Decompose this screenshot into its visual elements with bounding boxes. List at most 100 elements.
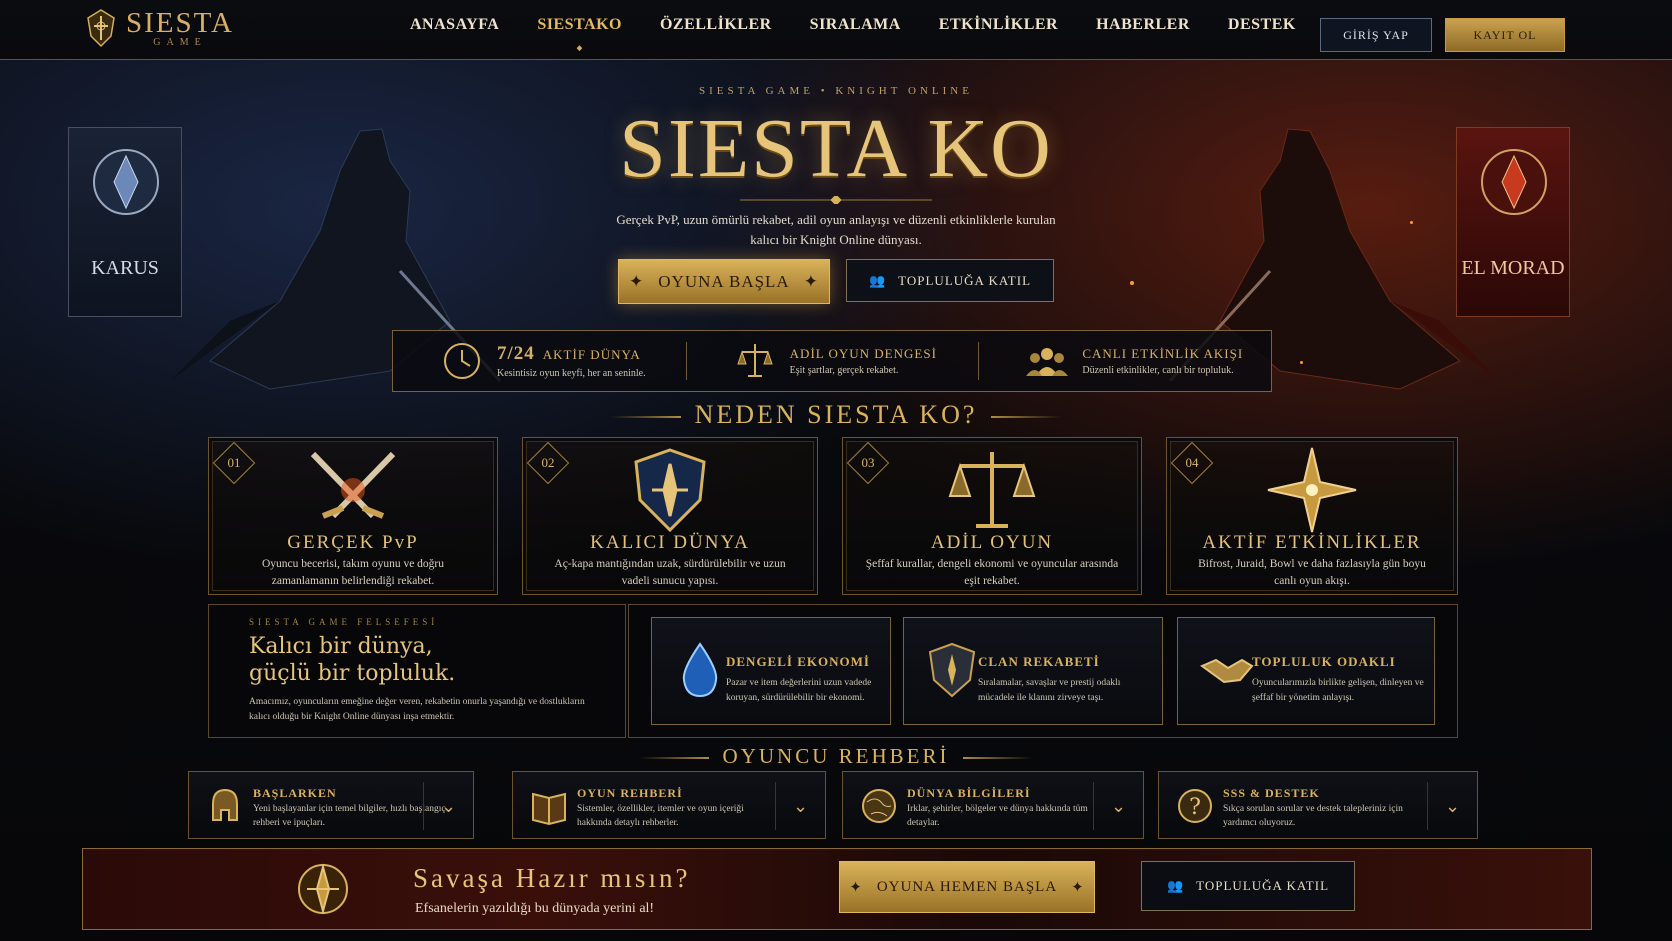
feature-card-fair-play[interactable]: 03 ADİL OYUN Şeffaf kurallar, dengeli ek… xyxy=(842,437,1142,595)
philosophy-kicker: SIESTA GAME FELSEFESİ xyxy=(249,617,439,627)
join-community-button-bottom[interactable]: 👥 TOPLULUĞA KATIL xyxy=(1141,861,1355,911)
globe-icon xyxy=(862,789,896,823)
nav-item-ozellikler[interactable]: ÖZELLİKLER xyxy=(660,16,772,34)
scales-icon xyxy=(736,344,773,377)
feature-clan[interactable]: CLAN REKABETİ Sıralamalar, savaşlar ve p… xyxy=(903,617,1163,725)
register-button[interactable]: KAYIT OL xyxy=(1445,18,1565,52)
helmet-icon xyxy=(212,788,238,821)
heading-ornament xyxy=(610,416,681,419)
feature-card-active-events[interactable]: 04 AKTİF ETKİNLİKLER Bifrost, Juraid, Bo… xyxy=(1166,437,1458,595)
feature-card-pvp[interactable]: 01 GERÇEK PvP Oyuncu becerisi, takım oyu… xyxy=(208,437,498,595)
philosophy-title: Kalıcı bir dünya, güçlü bir topluluk. xyxy=(249,633,585,687)
crest-emblem-icon xyxy=(298,863,348,915)
sparkle-icon: ✦ xyxy=(1071,879,1085,896)
philosophy-text: Amacımız, oyuncuların emeğine değer vere… xyxy=(249,697,585,722)
chevron-down-icon[interactable]: ⌄ xyxy=(1427,782,1477,830)
logo-emblem-icon xyxy=(87,9,115,48)
heading-ornament xyxy=(991,416,1062,419)
chevron-down-icon[interactable]: ⌄ xyxy=(775,782,825,830)
nav-item-destek[interactable]: DESTEK xyxy=(1228,16,1296,34)
philosophy-title-line: Kalıcı bir dünya, xyxy=(249,634,433,659)
card-title: ADİL OYUN xyxy=(930,532,1054,553)
ember-particle xyxy=(1410,221,1413,224)
hero-kicker: SIESTA GAME • KNIGHT ONLINE xyxy=(699,85,973,97)
join-community-button[interactable]: 👥 TOPLULUĞA KATIL xyxy=(846,259,1054,302)
scales-icon xyxy=(948,452,1036,528)
chevron-down-icon[interactable]: ⌄ xyxy=(1093,782,1143,830)
card-number-badge: 04 xyxy=(1170,441,1214,485)
philosophy-panel: SIESTA GAME FELSEFESİ Kalıcı bir dünya, g… xyxy=(208,604,626,738)
feature-community[interactable]: TOPLULUK ODAKLI Oyuncularımızla birlikte… xyxy=(1177,617,1435,725)
chevron-down-icon[interactable]: ⌄ xyxy=(423,782,473,830)
star-icon xyxy=(1267,447,1357,533)
elmorad-label: EL MORAD xyxy=(1461,257,1565,279)
join-community-label: TOPLULUĞA KATIL xyxy=(898,272,1032,288)
stats-bar: 7/24 AKTİF DÜNYA Kesintisiz oyun keyfi, he… xyxy=(392,330,1272,392)
feature-economy[interactable]: DENGELİ EKONOMİ Pazar ve item değerlerin… xyxy=(651,617,891,725)
guide-title: SSS & DESTEK xyxy=(1223,786,1320,800)
start-game-label: OYUNA BAŞLA xyxy=(658,271,790,291)
stat-item: ADİL OYUN DENGESİ Eşit şartlar, gerçek re… xyxy=(685,340,979,382)
login-button[interactable]: GİRİŞ YAP xyxy=(1320,18,1432,52)
guide-text: Sistemler, özellikler, itemler ve oyun i… xyxy=(577,804,744,828)
stat-label: CANLI ETKİNLİK AKIŞI xyxy=(1082,346,1244,361)
card-number-badge: 01 xyxy=(212,441,256,485)
heading-ornament xyxy=(638,757,709,760)
card-number: 01 xyxy=(227,455,241,470)
join-community-label: TOPLULUĞA KATIL xyxy=(1196,878,1330,893)
card-text: Bifrost, Juraid, Bowl ve daha fazlasıyla… xyxy=(1198,558,1426,587)
feature-title: TOPLULUK ODAKLI xyxy=(1252,654,1396,669)
nav-item-anasayfa[interactable]: ANASAYFA xyxy=(410,16,499,34)
community-icon xyxy=(1026,348,1069,376)
stat-value: 7/24 xyxy=(497,343,535,364)
hero-description: Gerçek PvP, uzun ömürlü rekabet, adil oy… xyxy=(616,212,1056,247)
guide-item-faq-support[interactable]: ? SSS & DESTEK Sıkça sorulan sorular ve … xyxy=(1158,771,1478,839)
nav-item-haberler[interactable]: HABERLER xyxy=(1096,16,1190,34)
ember-particle xyxy=(1130,281,1134,285)
shield-icon xyxy=(928,642,976,698)
card-number: 02 xyxy=(541,455,555,470)
start-game-button[interactable]: ✦ OYUNA BAŞLA ✦ xyxy=(618,259,830,304)
card-number: 03 xyxy=(861,455,875,470)
stat-sub: Düzenli etkinlikler, canlı bir topluluk. xyxy=(1082,365,1234,376)
stat-item: CANLI ETKİNLİK AKIŞI Düzenli etkinlikler,… xyxy=(978,340,1271,382)
feature-title: DENGELİ EKONOMİ xyxy=(726,654,870,669)
card-title: GERÇEK PvP xyxy=(287,532,419,553)
why-heading: NEDEN SIESTA KO? xyxy=(0,400,1672,430)
brand-logo[interactable]: SIESTA GAME xyxy=(84,8,234,48)
stat-sub: Kesintisiz oyun keyfi, her an seninle. xyxy=(497,368,646,379)
start-now-label: OYUNA HEMEN BAŞLA xyxy=(876,878,1058,895)
title-divider xyxy=(740,196,932,204)
sparkle-icon: ✦ xyxy=(629,271,645,291)
users-icon: 👥 xyxy=(1166,878,1185,893)
guide-text: Sıkça sorulan sorular ve destek talepler… xyxy=(1223,804,1403,828)
hero-title: SIESTA KO xyxy=(619,102,1053,195)
philosophy-title-line: güçlü bir topluluk. xyxy=(249,661,456,686)
guide-heading: OYUNCU REHBERİ xyxy=(0,744,1672,769)
feature-title: CLAN REKABETİ xyxy=(978,654,1100,669)
guide-title: DÜNYA BİLGİLERİ xyxy=(907,786,1031,800)
feature-text: Pazar ve item değerlerini uzun vadede ko… xyxy=(726,678,872,703)
features-panel: DENGELİ EKONOMİ Pazar ve item değerlerin… xyxy=(628,604,1458,738)
droplet-icon xyxy=(682,642,718,698)
guide-item-game-guide[interactable]: OYUN REHBERİ Sistemler, özellikler, item… xyxy=(512,771,826,839)
guide-item-world-info[interactable]: DÜNYA BİLGİLERİ Irklar, şehirler, bölgel… xyxy=(842,771,1144,839)
page: SIESTA GAME ANASAYFA SIESTAKO ÖZELLİKLER… xyxy=(0,0,1672,941)
guide-text: Irklar, şehirler, bölgeler ve dünya hakk… xyxy=(907,804,1088,828)
guide-item-getting-started[interactable]: BAŞLARKEN Yeni başlayanlar için temel bi… xyxy=(188,771,474,839)
stat-sub: Eşit şartlar, gerçek rekabet. xyxy=(789,365,899,376)
feature-text: Sıralamalar, savaşlar ve prestij odaklı … xyxy=(978,678,1121,703)
nav-item-etkinlikler[interactable]: ETKİNLİKLER xyxy=(939,16,1058,34)
card-number-badge: 03 xyxy=(846,441,890,485)
nav-item-siestako[interactable]: SIESTAKO xyxy=(537,16,622,34)
feature-card-persistent-world[interactable]: 02 KALICI DÜNYA Aç-kapa mantığından uzak… xyxy=(522,437,818,595)
guide-heading-text: OYUNCU REHBERİ xyxy=(722,744,950,768)
handshake-icon xyxy=(1199,658,1254,684)
feature-text: Oyuncularımızla birlikte gelişen, dinley… xyxy=(1252,678,1424,703)
ember-particle xyxy=(1300,361,1303,364)
heading-ornament xyxy=(963,757,1034,760)
card-text: Oyuncu becerisi, takım oyunu ve doğru za… xyxy=(261,558,445,587)
nav-item-siralama[interactable]: SIRALAMA xyxy=(810,16,901,34)
start-now-button[interactable]: ✦ OYUNA HEMEN BAŞLA ✦ xyxy=(839,861,1095,913)
stat-item: 7/24 AKTİF DÜNYA Kesintisiz oyun keyfi, he… xyxy=(393,340,686,382)
